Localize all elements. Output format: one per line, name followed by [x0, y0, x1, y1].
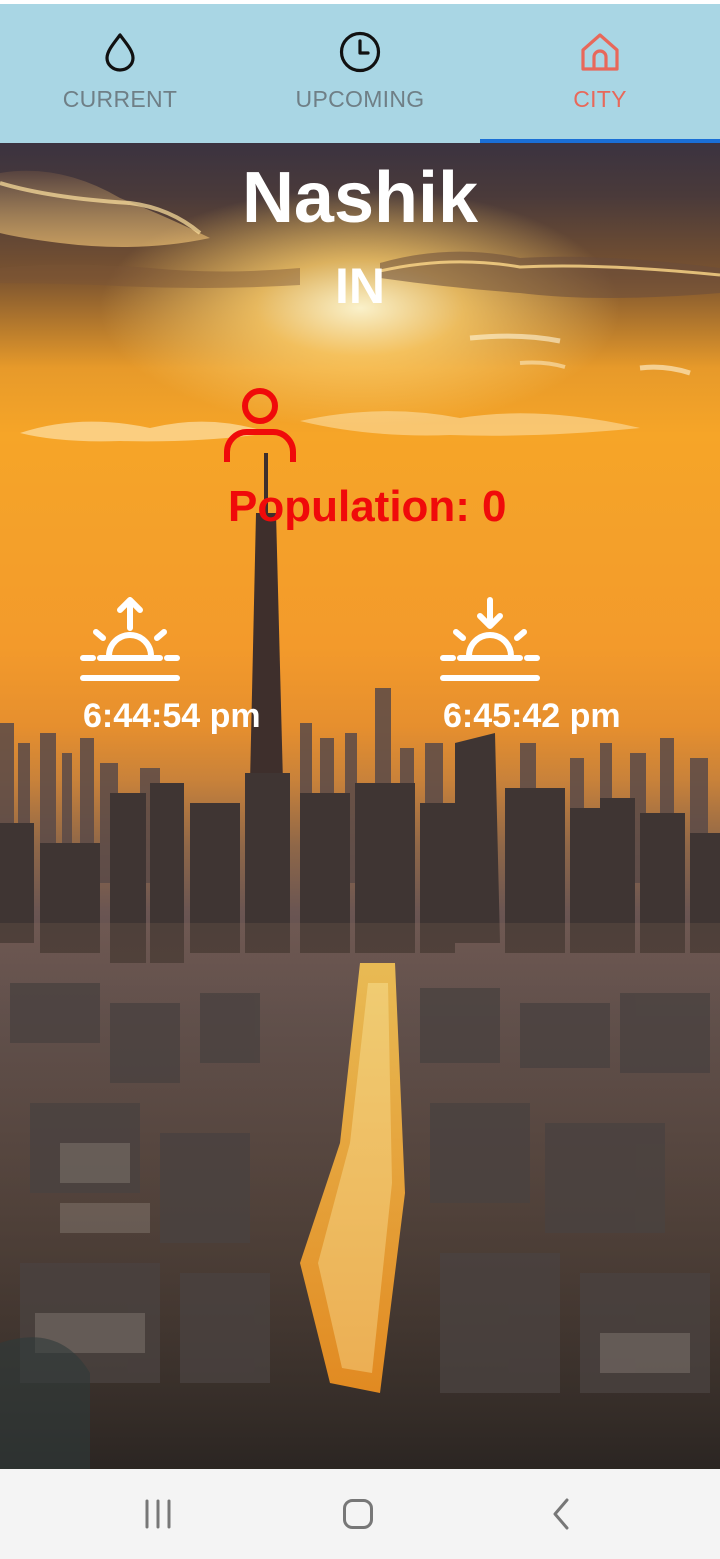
population-text: Population: 0: [228, 480, 506, 534]
water-drop-icon: [105, 33, 135, 72]
tab-city-label: CITY: [573, 86, 627, 112]
tab-current[interactable]: CURRENT: [0, 4, 240, 143]
population-label: Population:: [228, 482, 470, 531]
tab-current-label: CURRENT: [62, 86, 178, 112]
country-code: IN: [335, 258, 385, 314]
app-screen: CURRENT UPCOMING CITY Nashik IN Populati…: [0, 0, 720, 1559]
sunrise-icon: [80, 597, 180, 681]
system-nav-bar: [0, 1469, 720, 1559]
home-icon: [581, 33, 619, 71]
population-value: 0: [481, 482, 507, 531]
sunset-time: 6:45:42 pm: [443, 697, 621, 735]
tab-upcoming-label: UPCOMING: [295, 86, 425, 112]
back-button[interactable]: [532, 1485, 592, 1543]
sunrise-time: 6:44:54 pm: [83, 697, 261, 735]
city-background-image: [0, 143, 720, 1469]
tab-upcoming[interactable]: UPCOMING: [240, 4, 480, 143]
clock-icon: [339, 31, 381, 73]
back-icon: [553, 1498, 569, 1530]
recent-apps-button[interactable]: [128, 1485, 188, 1543]
recent-apps-icon: [145, 1499, 171, 1529]
person-icon: [224, 388, 296, 462]
home-button-icon: [343, 1499, 373, 1529]
city-name: Nashik: [241, 158, 479, 238]
home-button[interactable]: [328, 1485, 388, 1543]
city-skyline-decoration: [0, 453, 720, 1469]
tab-bar: CURRENT UPCOMING CITY: [0, 4, 720, 143]
tab-city[interactable]: CITY: [480, 4, 720, 143]
sunset-icon: [440, 597, 540, 681]
